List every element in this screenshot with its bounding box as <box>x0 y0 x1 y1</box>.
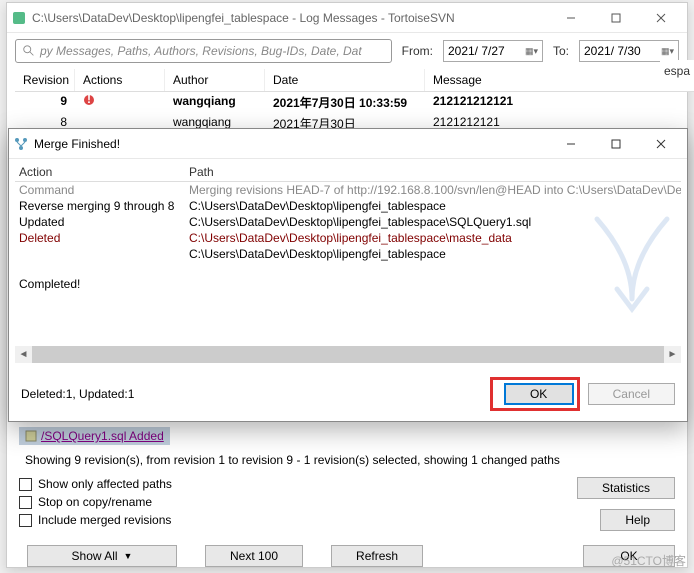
changed-file-line[interactable]: /SQLQuery1.sql Added <box>19 427 170 445</box>
col-message[interactable]: Message <box>425 69 694 91</box>
col-author[interactable]: Author <box>165 69 265 91</box>
app-icon <box>11 10 27 26</box>
col-path[interactable]: Path <box>185 163 681 181</box>
dialog-title: Merge Finished! <box>34 137 548 151</box>
grid-header: Revision Actions Author Date Message <box>15 69 694 92</box>
svg-text:!: ! <box>87 94 91 106</box>
merge-icon <box>13 136 29 152</box>
col-revision[interactable]: Revision <box>15 69 75 91</box>
chk-merged-revisions[interactable]: Include merged revisions <box>19 513 172 527</box>
ok-button[interactable]: OK <box>504 383 574 405</box>
dialog-titlebar: Merge Finished! <box>9 129 687 159</box>
dropdown-icon: ▦▾ <box>525 46 538 57</box>
dlg-maximize-button[interactable] <box>593 130 638 158</box>
main-titlebar: C:\Users\DataDev\Desktop\lipengfei_table… <box>7 3 687 33</box>
scroll-left-icon[interactable]: ◄ <box>15 346 32 363</box>
from-label: From: <box>402 44 433 58</box>
dlg-row[interactable]: UpdatedC:\Users\DataDev\Desktop\lipengfe… <box>15 214 681 230</box>
dlg-completed: Completed! <box>15 276 681 292</box>
col-actions[interactable]: Actions <box>75 69 165 91</box>
status-line: Showing 9 revision(s), from revision 1 t… <box>19 445 675 477</box>
dlg-row[interactable]: Reverse merging 9 through 8C:\Users\Data… <box>15 198 681 214</box>
ok-highlight: OK <box>490 377 580 411</box>
chk-stop-copy[interactable]: Stop on copy/rename <box>19 495 172 509</box>
search-input[interactable]: py Messages, Paths, Authors, Revisions, … <box>15 39 392 63</box>
refresh-button[interactable]: Refresh <box>331 545 423 567</box>
next-100-button[interactable]: Next 100 <box>205 545 303 567</box>
dlg-row[interactable]: C:\Users\DataDev\Desktop\lipengfei_table… <box>15 246 681 262</box>
partial-text: espa <box>660 60 694 82</box>
cancel-button: Cancel <box>588 383 675 405</box>
col-action[interactable]: Action <box>15 163 185 181</box>
watermark: @51CTO博客 <box>611 552 686 569</box>
close-button[interactable] <box>638 4 683 32</box>
main-title: C:\Users\DataDev\Desktop\lipengfei_table… <box>32 11 548 25</box>
dlg-close-button[interactable] <box>638 130 683 158</box>
dlg-row[interactable]: DeletedC:\Users\DataDev\Desktop\lipengfe… <box>15 230 681 246</box>
action-icon: ! <box>83 94 95 106</box>
maximize-button[interactable] <box>593 4 638 32</box>
dlg-minimize-button[interactable] <box>548 130 593 158</box>
to-date[interactable]: 2021/ 7/30▦▾ <box>579 40 679 62</box>
merge-finished-dialog: Merge Finished! Action Path CommandMergi… <box>8 128 688 422</box>
col-date[interactable]: Date <box>265 69 425 91</box>
decorative-arrow <box>587 209 677 339</box>
to-label: To: <box>553 44 569 58</box>
statistics-button[interactable]: Statistics <box>577 477 675 499</box>
minimize-button[interactable] <box>548 4 593 32</box>
table-row[interactable]: 9 ! wangqiang 2021年7月30日 10:33:59 212121… <box>15 92 694 113</box>
scroll-right-icon[interactable]: ► <box>664 346 681 363</box>
file-added-icon <box>25 430 37 442</box>
bottom-panel: /SQLQuery1.sql Added Showing 9 revision(… <box>19 427 675 567</box>
show-all-button[interactable]: Show All ▼ <box>27 545 177 567</box>
help-button[interactable]: Help <box>600 509 675 531</box>
main-window-buttons <box>548 4 683 32</box>
search-toolbar: py Messages, Paths, Authors, Revisions, … <box>7 33 687 69</box>
search-icon <box>22 44 36 58</box>
horizontal-scrollbar[interactable]: ◄ ► <box>15 346 681 363</box>
dialog-footer: Deleted:1, Updated:1 OK Cancel <box>9 367 687 421</box>
dlg-row[interactable]: CommandMerging revisions HEAD-7 of http:… <box>15 182 681 198</box>
from-date[interactable]: 2021/ 7/27▦▾ <box>443 40 543 62</box>
chk-affected-paths[interactable]: Show only affected paths <box>19 477 172 491</box>
dropdown-icon: ▦▾ <box>661 46 674 57</box>
dlg-status: Deleted:1, Updated:1 <box>21 387 490 401</box>
dlg-grid-header: Action Path <box>15 163 681 182</box>
